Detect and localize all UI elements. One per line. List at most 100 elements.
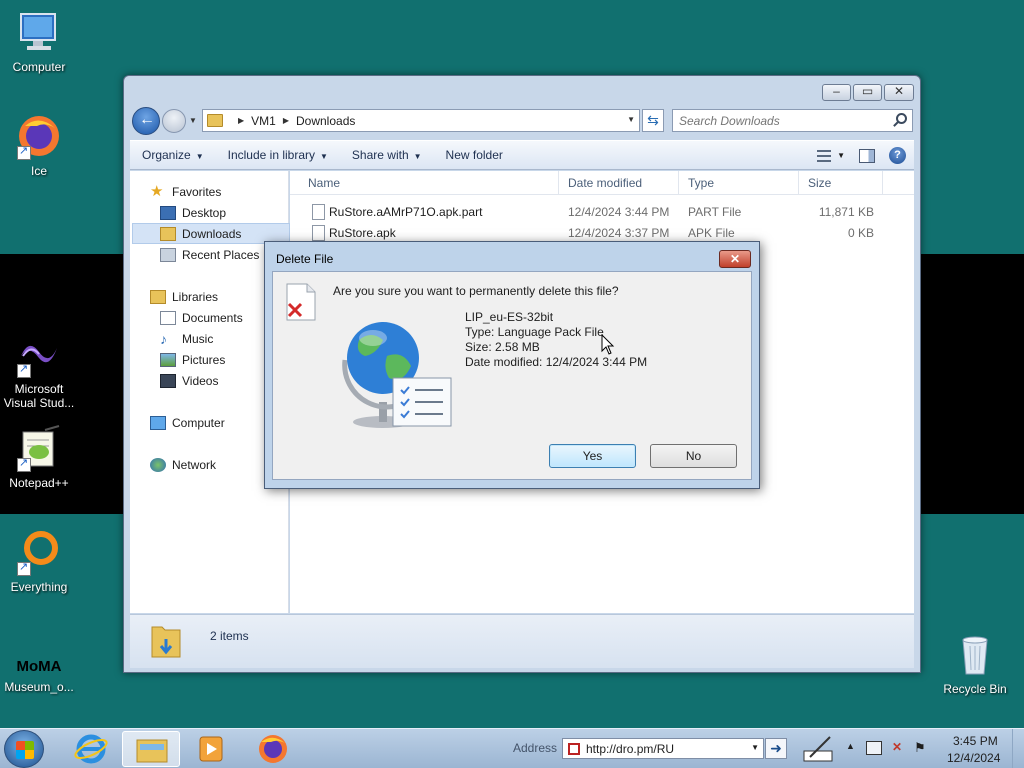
network-tray-icon[interactable] <box>866 741 882 755</box>
nav-computer[interactable]: Computer <box>150 412 280 433</box>
pen-input-icon[interactable] <box>802 733 834 765</box>
no-button[interactable]: No <box>650 444 737 468</box>
nav-label: Downloads <box>182 226 242 241</box>
desktop-icon-label: Recycle Bin <box>943 682 1007 696</box>
show-desktop-button[interactable] <box>1012 729 1024 768</box>
file-size: 11,871 KB <box>818 205 874 219</box>
desktop-icon-visual-studio[interactable]: Microsoft Visual Stud... <box>0 330 78 410</box>
desktop-icon-ice[interactable]: Ice <box>0 112 78 178</box>
address-value: http://dro.pm/RU <box>586 742 675 756</box>
address-bar[interactable]: ▶ VM1 ▶ Downloads ▼ <box>202 109 640 132</box>
desktop-icon-notepadpp[interactable]: Notepad++ <box>0 424 78 490</box>
desktop-icon-label: Ice <box>30 164 47 178</box>
taskbar-firefox[interactable] <box>244 731 302 767</box>
column-divider[interactable] <box>798 171 799 195</box>
nav-desktop[interactable]: Desktop <box>160 202 280 223</box>
nav-network[interactable]: Network <box>150 454 280 475</box>
column-divider[interactable] <box>678 171 679 195</box>
nav-music[interactable]: ♪ Music <box>160 328 280 349</box>
view-controls: ▼ ? <box>817 147 906 164</box>
taskbar-media-player[interactable] <box>182 731 240 767</box>
chevron-right-icon[interactable]: ▶ <box>238 116 244 125</box>
column-type[interactable]: Type <box>688 176 714 190</box>
nav-label: Music <box>182 331 214 346</box>
folder-icon <box>207 114 223 127</box>
search-input[interactable] <box>673 110 883 132</box>
preview-pane-icon[interactable] <box>859 148 875 163</box>
back-button[interactable]: ← <box>132 107 160 135</box>
action-center-flag-icon[interactable]: ⚑ <box>914 740 926 756</box>
chevron-down-icon[interactable]: ▼ <box>751 743 759 752</box>
file-type: APK File <box>688 226 735 240</box>
shortcut-arrow-icon <box>17 560 31 576</box>
volume-muted-icon[interactable]: ✕ <box>892 740 902 754</box>
breadcrumb-vm1[interactable]: VM1 <box>251 114 276 128</box>
share-with-menu[interactable]: Share with ▼ <box>340 148 434 162</box>
minimize-button[interactable]: – <box>822 84 851 101</box>
clock-time[interactable]: 3:45 PM <box>953 734 998 748</box>
file-row[interactable]: RuStore.aAMrP71O.apk.part 12/4/2024 3:44… <box>290 202 914 223</box>
nav-libraries[interactable]: Libraries <box>150 286 280 307</box>
show-hidden-icons-icon[interactable]: ▲ <box>846 741 855 751</box>
desktop-icon-everything[interactable]: Everything <box>0 528 78 594</box>
file-name: RuStore.apk <box>329 226 396 240</box>
clock-date[interactable]: 12/4/2024 <box>947 751 1000 765</box>
new-folder-button[interactable]: New folder <box>434 148 515 162</box>
help-icon[interactable]: ? <box>889 147 906 164</box>
include-in-library-label: Include in library <box>227 148 315 162</box>
downloads-folder-icon <box>160 226 176 241</box>
close-icon: ✕ <box>893 84 905 98</box>
nav-label: Recent Places <box>182 247 260 262</box>
column-name[interactable]: Name <box>308 176 340 190</box>
taskbar-windows-explorer[interactable] <box>122 731 180 767</box>
address-dropdown-icon[interactable]: ▼ <box>627 115 635 124</box>
close-button[interactable]: ✕ <box>884 84 914 101</box>
include-in-library-menu[interactable]: Include in library ▼ <box>216 148 340 162</box>
change-view-icon[interactable] <box>817 149 832 162</box>
chevron-down-icon[interactable]: ▼ <box>837 151 845 160</box>
desktop-icon-recycle-bin[interactable]: Recycle Bin <box>936 630 1014 696</box>
file-name: RuStore.aAMrP71O.apk.part <box>329 205 483 219</box>
desktop-icon-computer[interactable]: Computer <box>0 8 78 74</box>
yes-button[interactable]: Yes <box>549 444 636 468</box>
videos-icon <box>160 373 176 388</box>
nav-documents[interactable]: Documents <box>160 307 280 328</box>
taskbar-address-input[interactable]: http://dro.pm/RU ▼ <box>562 738 764 759</box>
column-size[interactable]: Size <box>808 176 831 190</box>
refresh-button[interactable]: ⇆ <box>642 109 664 132</box>
search-box[interactable] <box>672 109 913 132</box>
nav-favorites[interactable]: ★ Favorites <box>150 181 280 202</box>
go-button[interactable]: ➜ <box>765 738 787 759</box>
taskbar-internet-explorer[interactable] <box>62 731 120 767</box>
column-date-modified[interactable]: Date modified <box>568 176 642 190</box>
recent-pages-dropdown-icon[interactable]: ▼ <box>189 116 197 125</box>
organize-menu[interactable]: Organize ▼ <box>130 148 216 162</box>
chevron-right-icon[interactable]: ▶ <box>283 116 289 125</box>
item-count: 2 items <box>210 629 249 643</box>
dialog-close-button[interactable]: ✕ <box>719 250 751 268</box>
network-icon <box>150 457 166 472</box>
column-divider[interactable] <box>882 171 883 195</box>
column-divider[interactable] <box>558 171 559 195</box>
file-date: 12/4/2024 3:37 PM <box>568 226 670 240</box>
nav-label: Favorites <box>172 184 222 199</box>
breadcrumb-downloads[interactable]: Downloads <box>296 114 355 128</box>
file-type: Type: Language Pack File <box>465 325 604 339</box>
start-button[interactable] <box>4 730 44 768</box>
nav-label: Libraries <box>172 289 219 304</box>
nav-videos[interactable]: Videos <box>160 370 280 391</box>
dialog-question: Are you sure you want to permanently del… <box>333 284 619 298</box>
music-icon: ♪ <box>160 330 167 347</box>
desktop-icon <box>160 205 176 220</box>
media-player-icon <box>199 736 223 762</box>
search-icon[interactable] <box>896 113 907 124</box>
nav-label: Network <box>172 457 217 472</box>
file-icon <box>312 225 325 241</box>
forward-button[interactable] <box>162 109 186 133</box>
maximize-button[interactable]: ▭ <box>853 84 882 101</box>
desktop-icon-museum[interactable]: MoMA Museum_o... <box>0 659 78 694</box>
nav-pictures[interactable]: Pictures <box>160 349 280 370</box>
chevron-down-icon: ▼ <box>320 152 328 161</box>
everything-search-icon <box>15 528 63 576</box>
delete-document-icon <box>283 282 317 322</box>
